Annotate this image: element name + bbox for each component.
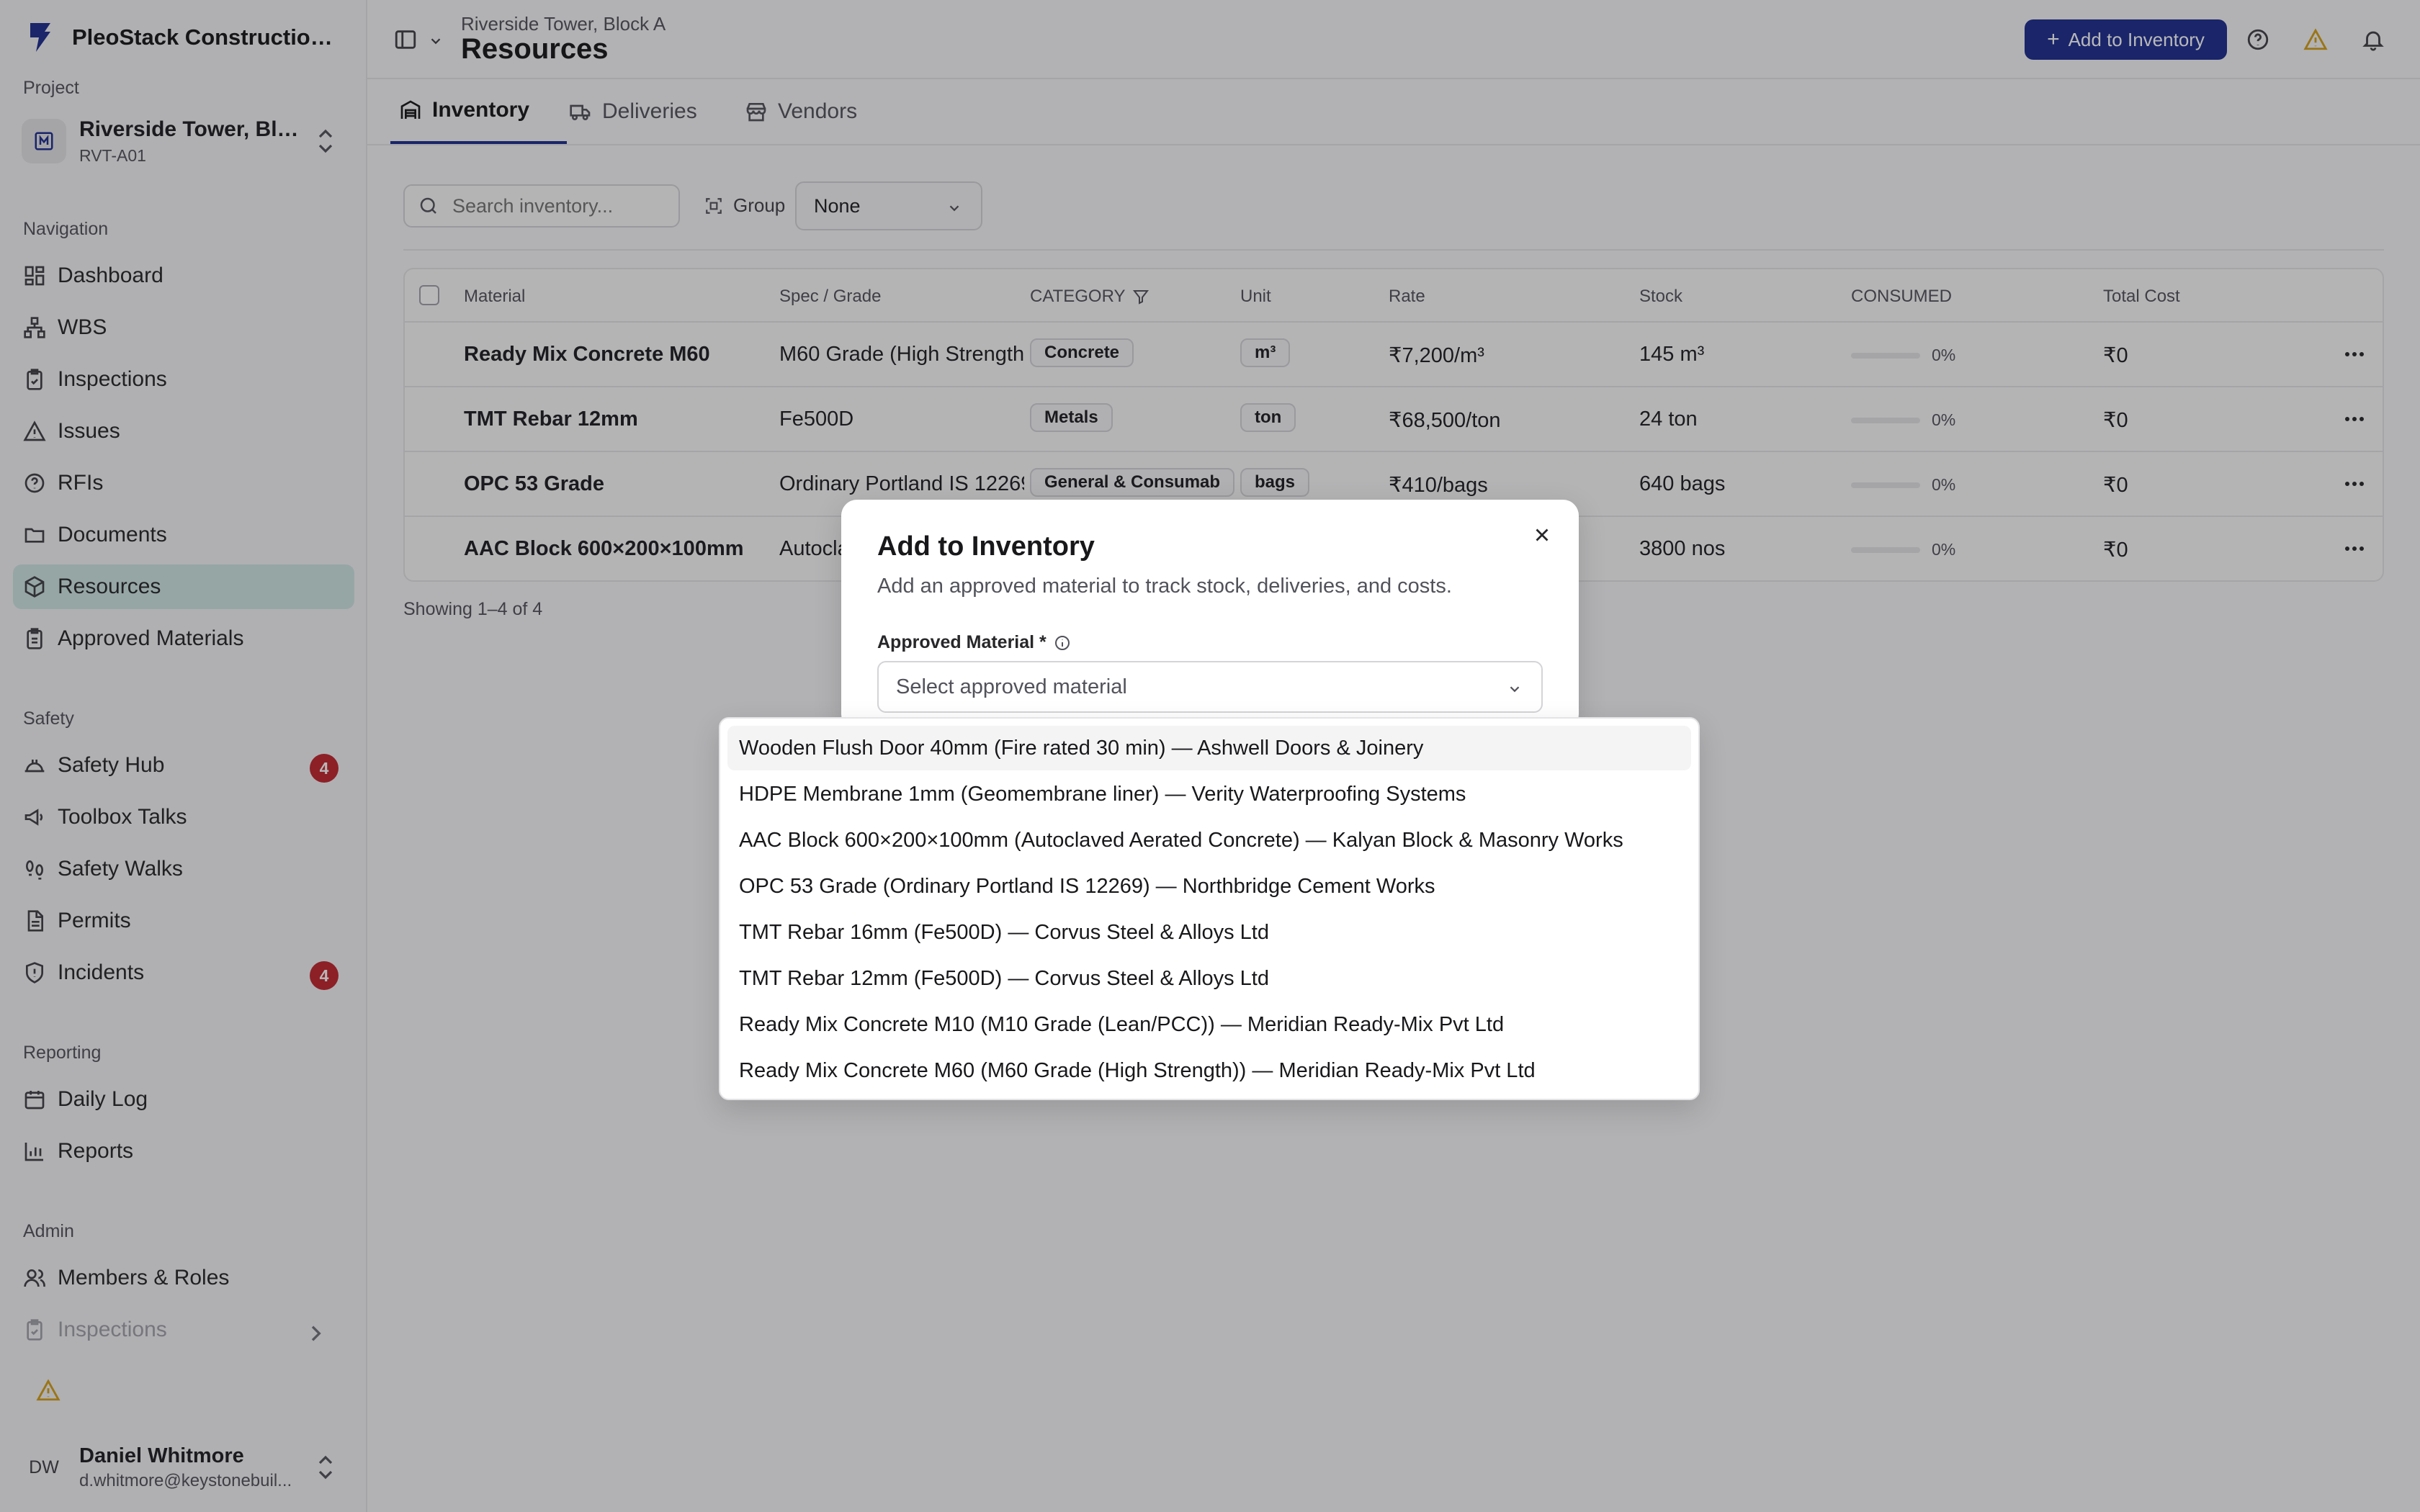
- approved-material-select[interactable]: Select approved material: [877, 661, 1543, 713]
- dropdown-option[interactable]: Ready Mix Concrete M10 (M10 Grade (Lean/…: [727, 1002, 1691, 1047]
- approved-material-options: Wooden Flush Door 40mm (Fire rated 30 mi…: [719, 717, 1700, 1100]
- chevron-down-icon: [1510, 686, 1520, 693]
- dropdown-option[interactable]: TMT Rebar 12mm (Fe500D) — Corvus Steel &…: [727, 956, 1691, 1001]
- select-placeholder: Select approved material: [896, 675, 1127, 698]
- add-to-inventory-dialog: Add to Inventory Add an approved materia…: [841, 500, 1579, 730]
- approved-material-label: Approved Material *: [877, 632, 1071, 653]
- info-icon[interactable]: [1054, 634, 1071, 652]
- dropdown-option[interactable]: Wooden Flush Door 40mm (Fire rated 30 mi…: [727, 726, 1691, 770]
- dropdown-option[interactable]: TMT Rebar 16mm (Fe500D) — Corvus Steel &…: [727, 910, 1691, 955]
- close-icon[interactable]: [1531, 524, 1553, 546]
- dialog-description: Add an approved material to track stock,…: [877, 575, 1452, 598]
- dropdown-option[interactable]: AAC Block 600×200×100mm (Autoclaved Aera…: [727, 818, 1691, 863]
- dropdown-option[interactable]: HDPE Membrane 1mm (Geomembrane liner) — …: [727, 772, 1691, 816]
- field-label-text: Approved Material *: [877, 632, 1047, 652]
- dropdown-option[interactable]: OPC 53 Grade (Ordinary Portland IS 12269…: [727, 864, 1691, 909]
- dialog-title: Add to Inventory: [877, 531, 1095, 562]
- dropdown-option[interactable]: Ready Mix Concrete M60 (M60 Grade (High …: [727, 1048, 1691, 1093]
